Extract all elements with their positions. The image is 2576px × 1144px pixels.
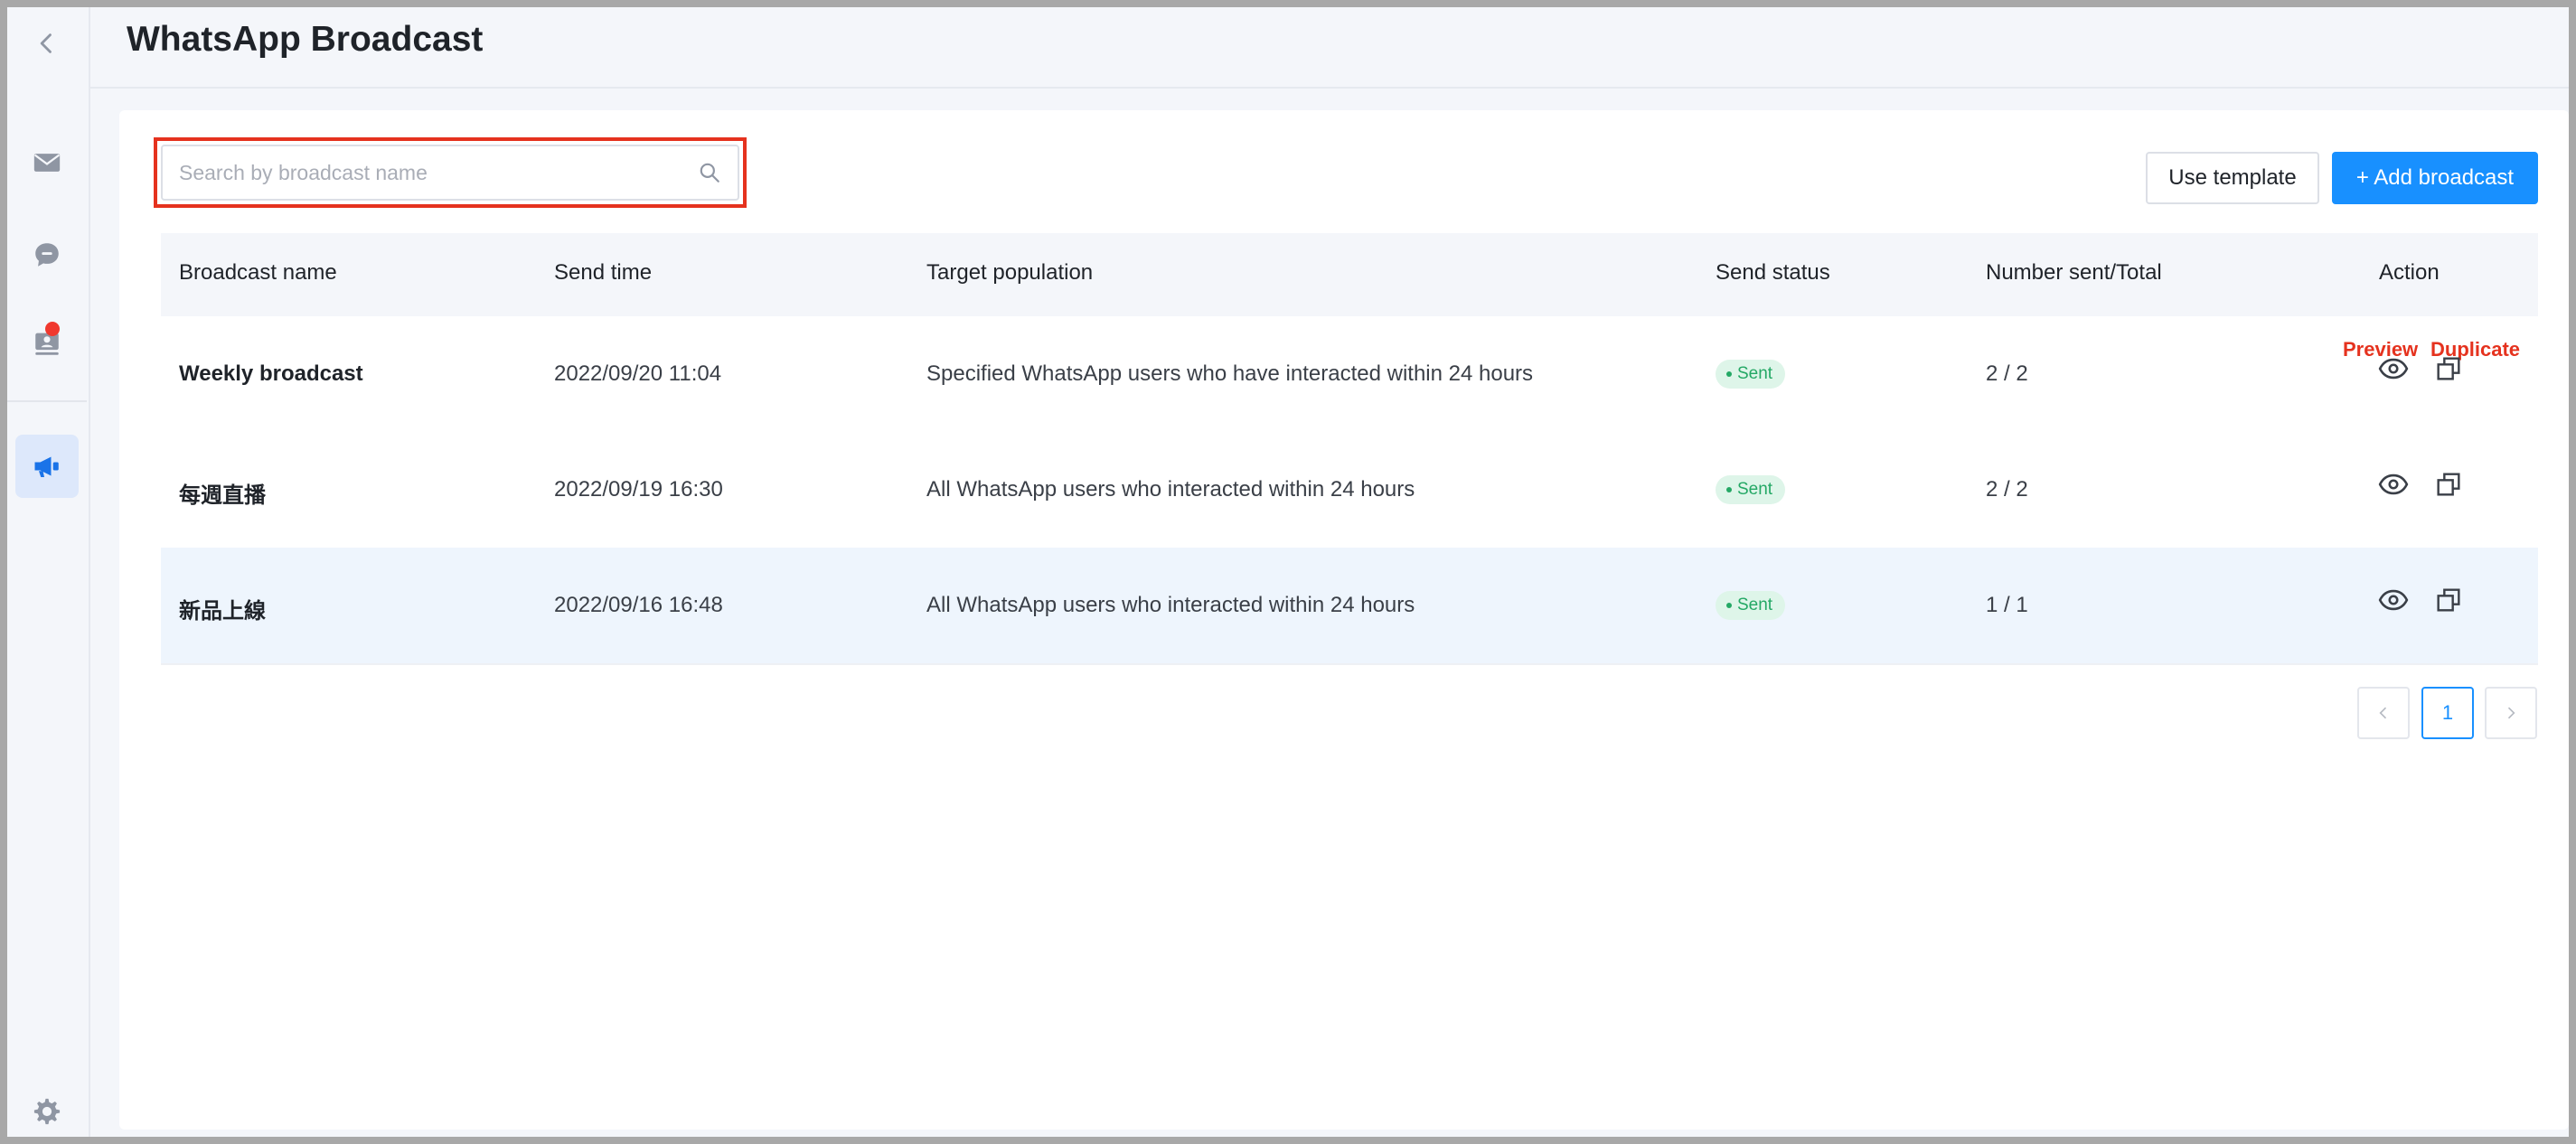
sidebar-item-broadcast[interactable]: [15, 435, 79, 498]
pagination-prev-button[interactable]: [2357, 687, 2410, 739]
page-header: WhatsApp Broadcast: [90, 7, 2569, 89]
target-population: All WhatsApp users who interacted within…: [926, 593, 1415, 617]
table-row[interactable]: Weekly broadcast 2022/09/20 11:04 Specif…: [161, 316, 2538, 434]
sidebar-item-contacts[interactable]: [24, 320, 71, 367]
sidebar-item-inbox[interactable]: [24, 139, 71, 186]
page-title: WhatsApp Broadcast: [127, 20, 484, 59]
eye-icon: [2378, 474, 2409, 495]
status-badge: Sent: [1716, 360, 1786, 389]
search-icon[interactable]: [698, 161, 721, 184]
status-label: Sent: [1737, 480, 1773, 499]
column-header-number-sent: Number sent/Total: [1986, 260, 2162, 285]
broadcast-name: 每週直播: [179, 483, 266, 508]
pagination-page-1[interactable]: 1: [2421, 687, 2474, 739]
add-broadcast-button[interactable]: + Add broadcast: [2332, 152, 2538, 204]
broadcast-name: 新品上線: [179, 599, 266, 624]
table-row[interactable]: 每週直播 2022/09/19 16:30 All WhatsApp users…: [161, 432, 2538, 549]
sidebar-item-chat[interactable]: [24, 231, 71, 278]
sidebar: [7, 7, 90, 1137]
sent-count: 2 / 2: [1986, 477, 2028, 502]
chat-bubble-icon: [35, 243, 59, 267]
megaphone-icon: [34, 456, 59, 477]
send-time: 2022/09/20 11:04: [554, 361, 722, 386]
status-label: Sent: [1737, 595, 1773, 614]
eye-icon: [2378, 589, 2409, 611]
eye-icon: [2378, 358, 2409, 380]
column-header-broadcast-name: Broadcast name: [179, 260, 337, 285]
app-window: WhatsApp Broadcast Use template + Add br…: [0, 0, 2576, 1144]
search-input[interactable]: [163, 146, 685, 199]
chevron-left-icon: [40, 33, 52, 53]
search-field[interactable]: [161, 145, 739, 201]
column-header-send-time: Send time: [554, 260, 653, 285]
status-label: Sent: [1737, 364, 1773, 383]
table-row[interactable]: 新品上線 2022/09/16 16:48 All WhatsApp users…: [161, 548, 2538, 665]
duplicate-button[interactable]: [2432, 468, 2465, 501]
status-dot: [1726, 371, 1732, 377]
chevron-right-icon: [2507, 707, 2515, 719]
preview-button[interactable]: [2377, 468, 2410, 501]
preview-button[interactable]: [2377, 584, 2410, 616]
column-header-target-population: Target population: [926, 260, 1094, 285]
status-dot: [1726, 603, 1732, 608]
gear-icon: [33, 1098, 61, 1125]
back-button[interactable]: [24, 20, 71, 67]
use-template-button[interactable]: Use template: [2146, 152, 2319, 204]
notification-dot: [45, 322, 60, 336]
copy-icon: [2437, 357, 2460, 380]
send-time: 2022/09/19 16:30: [554, 477, 723, 502]
duplicate-button[interactable]: [2432, 584, 2465, 616]
table-header: Broadcast name Send time Target populati…: [161, 233, 2538, 316]
pagination-next-button[interactable]: [2485, 687, 2537, 739]
chevron-left-icon: [2379, 707, 2387, 719]
copy-icon: [2437, 588, 2460, 612]
column-header-action: Action: [2379, 260, 2440, 285]
status-badge: Sent: [1716, 591, 1786, 620]
main-card: Use template + Add broadcast Broadcast n…: [119, 110, 2569, 1130]
sent-count: 2 / 2: [1986, 361, 2028, 386]
mail-icon: [33, 154, 61, 172]
send-time: 2022/09/16 16:48: [554, 593, 723, 617]
status-dot: [1726, 487, 1732, 492]
column-header-send-status: Send status: [1716, 260, 1830, 285]
target-population: All WhatsApp users who interacted within…: [926, 477, 1415, 502]
status-badge: Sent: [1716, 475, 1786, 504]
broadcast-name: Weekly broadcast: [179, 361, 363, 386]
sidebar-item-settings[interactable]: [24, 1088, 71, 1135]
preview-button[interactable]: [2377, 352, 2410, 385]
copy-icon: [2437, 473, 2460, 496]
sent-count: 1 / 1: [1986, 593, 2028, 617]
duplicate-button[interactable]: [2432, 352, 2465, 385]
sidebar-divider: [7, 400, 87, 402]
target-population: Specified WhatsApp users who have intera…: [926, 361, 1534, 386]
